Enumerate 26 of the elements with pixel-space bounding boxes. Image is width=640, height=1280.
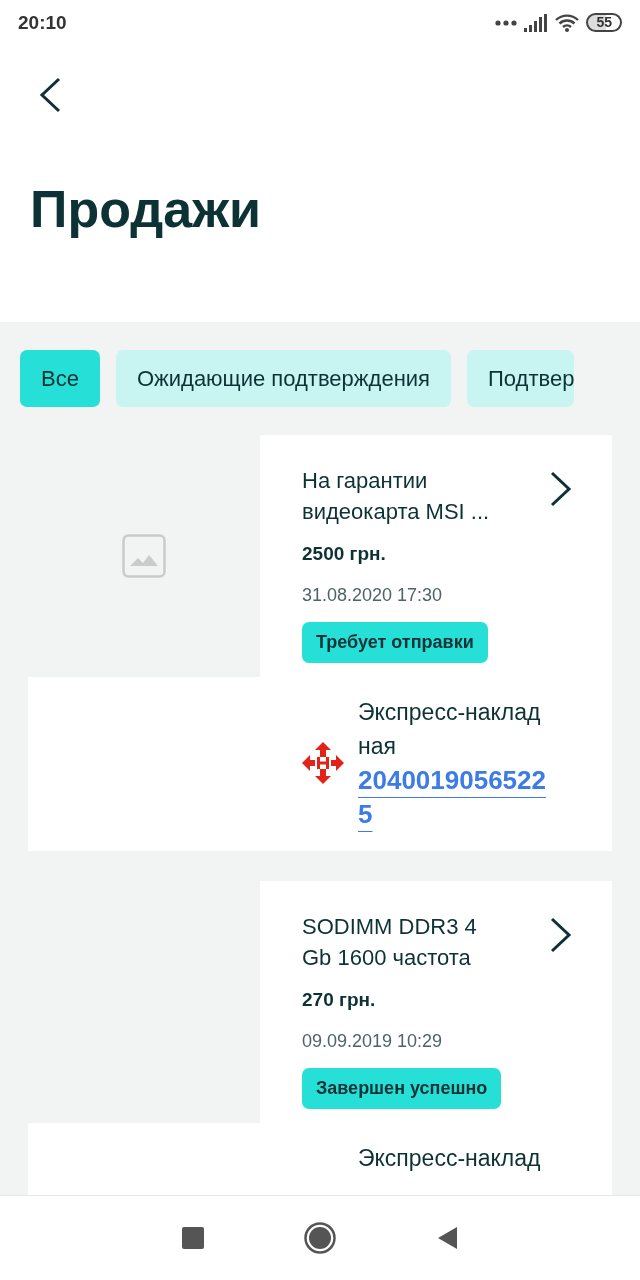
waybill-label: Экспресс-накладная — [358, 698, 542, 761]
more-dots-icon — [495, 19, 518, 26]
home-icon[interactable] — [304, 1222, 336, 1254]
signal-icon — [524, 13, 549, 32]
status-badge: Требует отправки — [302, 622, 488, 663]
clock: 20:10 — [18, 11, 67, 34]
product-title[interactable]: На гарантии видеокарта MSI ... — [302, 465, 502, 527]
back-icon[interactable] — [39, 77, 61, 113]
product-title[interactable]: SODIMM DDR3 4 Gb 1600 частота — [302, 911, 502, 973]
status-badge: Завершен успешно — [302, 1068, 502, 1109]
sale-date: 09.09.2019 10:29 — [302, 1031, 444, 1052]
battery-icon: 55 — [586, 13, 622, 32]
filter-tab[interactable]: Подтвер — [467, 350, 575, 407]
page-title: Продажи — [30, 179, 262, 239]
wifi-icon — [555, 13, 580, 32]
filter-tab[interactable]: Ожидающие подтверждения — [115, 350, 451, 407]
chevron-right-icon[interactable] — [550, 471, 572, 507]
waybill-link[interactable]: 20400190565225 — [358, 763, 552, 831]
sale-date: 31.08.2020 17:30 — [302, 585, 444, 606]
price: 270 грн. — [302, 989, 377, 1011]
filter-tab[interactable]: Все — [20, 350, 100, 407]
delivery-logo-icon — [302, 742, 344, 784]
waybill-label: Экспресс-наклад — [358, 1144, 542, 1173]
price: 2500 грн. — [302, 543, 387, 565]
back-nav-icon[interactable] — [436, 1226, 458, 1250]
chevron-right-icon[interactable] — [550, 917, 572, 953]
